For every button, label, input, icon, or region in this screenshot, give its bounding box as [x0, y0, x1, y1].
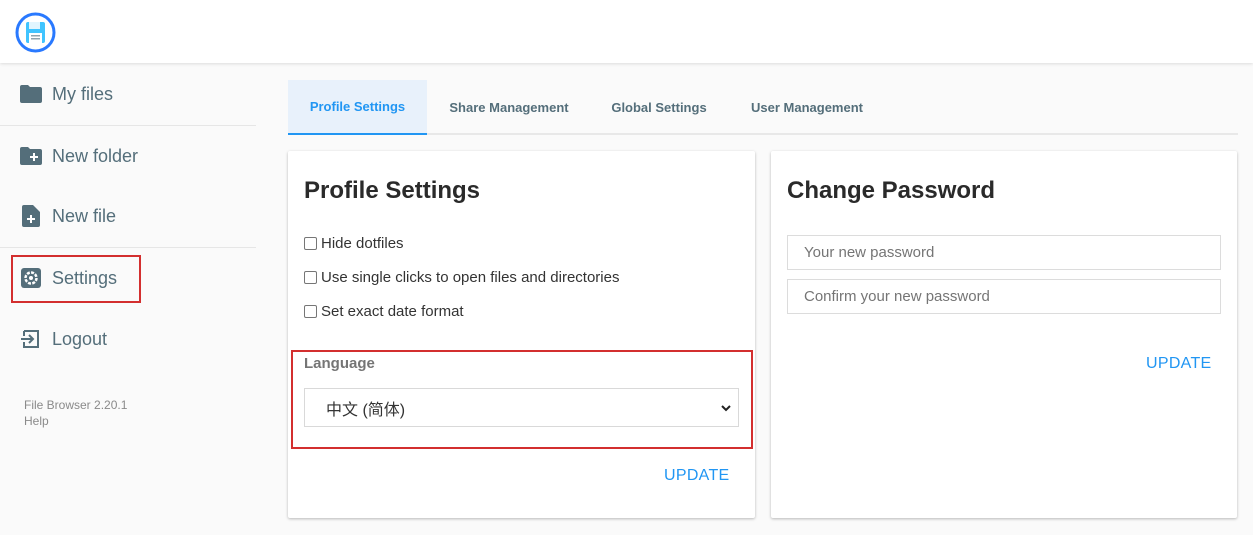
- sidebar-item-label: New file: [52, 205, 117, 226]
- option-label: Hide dotfiles: [321, 235, 404, 252]
- gear-icon: [20, 267, 42, 289]
- sidebar-item-new-folder[interactable]: New folder: [0, 126, 256, 186]
- change-password-card: Change Password Your new password Confir…: [771, 151, 1237, 518]
- folder-icon: [20, 83, 42, 105]
- help-link[interactable]: Help: [24, 413, 127, 429]
- language-select[interactable]: 中文 (简体): [304, 388, 739, 427]
- placeholder: Confirm your new password: [804, 288, 990, 305]
- tab-user-management[interactable]: User Management: [727, 80, 887, 135]
- exact-date-checkbox[interactable]: [304, 305, 317, 318]
- sidebar-item-label: New folder: [52, 145, 139, 166]
- settings-tabs: Profile Settings Share Management Global…: [288, 80, 1238, 135]
- single-click-checkbox[interactable]: [304, 271, 317, 284]
- hide-dotfiles-option[interactable]: Hide dotfiles: [304, 235, 404, 252]
- version-text: File Browser 2.20.1: [24, 398, 128, 412]
- sidebar-item-new-file[interactable]: New file: [0, 186, 256, 246]
- language-value: 中文 (简体): [326, 401, 406, 419]
- placeholder: Your new password: [804, 244, 935, 261]
- option-label: Use single clicks to open files and dire…: [321, 269, 620, 286]
- language-label: Language: [304, 355, 375, 372]
- password-update-button[interactable]: UPDATE: [1146, 355, 1212, 373]
- floppy-disk-icon[interactable]: [15, 12, 56, 53]
- logout-icon: [20, 328, 42, 350]
- sidebar-item-settings[interactable]: Settings: [0, 248, 256, 308]
- hide-dotfiles-checkbox[interactable]: [304, 237, 317, 250]
- sidebar-item-label: My files: [52, 83, 114, 104]
- sidebar: My files New folder New file Settings Lo…: [0, 63, 256, 535]
- profile-update-button[interactable]: UPDATE: [664, 467, 730, 485]
- sidebar-item-logout[interactable]: Logout: [0, 309, 256, 369]
- profile-settings-card: Profile Settings Hide dotfiles Use singl…: [288, 151, 755, 518]
- new-file-icon: [20, 205, 42, 227]
- sidebar-item-label: Logout: [52, 328, 108, 349]
- tab-share-management[interactable]: Share Management: [427, 80, 591, 135]
- single-click-option[interactable]: Use single clicks to open files and dire…: [304, 269, 619, 286]
- credits: File Browser 2.20.1 Help: [24, 397, 127, 429]
- card-title: Profile Settings: [304, 177, 481, 204]
- sidebar-item-my-files[interactable]: My files: [0, 64, 256, 124]
- exact-date-option[interactable]: Set exact date format: [304, 303, 464, 320]
- new-folder-icon: [20, 145, 42, 167]
- new-password-field[interactable]: Your new password: [787, 235, 1221, 270]
- card-title: Change Password: [787, 177, 996, 204]
- tab-profile-settings[interactable]: Profile Settings: [288, 80, 427, 135]
- sidebar-item-label: Settings: [52, 267, 118, 288]
- option-label: Set exact date format: [321, 303, 464, 320]
- confirm-password-field[interactable]: Confirm your new password: [787, 279, 1221, 314]
- top-bar: [0, 0, 1253, 63]
- tab-global-settings[interactable]: Global Settings: [591, 80, 727, 135]
- chevron-down-icon: [720, 401, 732, 413]
